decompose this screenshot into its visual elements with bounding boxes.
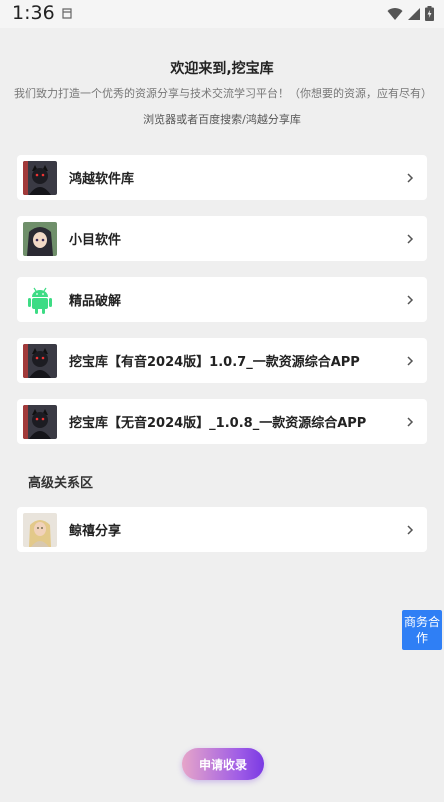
- status-icons: [387, 6, 434, 21]
- anime-girl-avatar: [23, 221, 57, 256]
- battery-icon: [425, 6, 434, 21]
- status-time: 1:36: [12, 2, 55, 24]
- page-description: 我们致力打造一个优秀的资源分享与技术交流学习平台！（你想要的资源，应有尽有）: [14, 87, 432, 100]
- status-bar: 1:36: [0, 0, 444, 28]
- list-item-label: 鸿越软件库: [69, 172, 135, 187]
- chevron-right-icon: [407, 416, 414, 427]
- list-item[interactable]: 挖宝库【无音2024版】_1.0.8_一款资源综合APP: [17, 399, 427, 444]
- blonde-woman-avatar: [23, 512, 57, 547]
- resource-list: 鸿越软件库 小目软件 精品破解 挖宝库【有音2024版】1.0.7_一款资源综合…: [0, 155, 444, 444]
- welcome-header: 欢迎来到,挖宝库 我们致力打造一个优秀的资源分享与技术交流学习平台！（你想要的资…: [0, 28, 444, 127]
- page-title: 欢迎来到,挖宝库: [170, 61, 274, 77]
- list-item-label: 小目软件: [69, 233, 122, 248]
- chevron-right-icon: [407, 294, 414, 305]
- list-item[interactable]: 精品破解: [17, 277, 427, 322]
- list-item-label: 精品破解: [69, 294, 122, 309]
- section-title: 高级关系区: [28, 476, 94, 491]
- list-item-label: 挖宝库【无音2024版】_1.0.8_一款资源综合APP: [69, 416, 367, 431]
- android-icon: [23, 282, 57, 317]
- wifi-icon: [387, 7, 403, 20]
- apply-inclusion-button[interactable]: 申请收录: [182, 748, 264, 780]
- chevron-right-icon: [407, 172, 414, 183]
- list-item[interactable]: 小目软件: [17, 216, 427, 261]
- dark-character-avatar: [23, 160, 57, 195]
- advanced-list: 鲸禧分享: [0, 507, 444, 552]
- dark-character-avatar: [23, 343, 57, 378]
- chevron-right-icon: [407, 524, 414, 535]
- signal-icon: [408, 7, 420, 20]
- dark-character-avatar: [23, 404, 57, 439]
- notification-icon: [62, 8, 72, 19]
- list-item-label: 鲸禧分享: [69, 524, 122, 539]
- list-item[interactable]: 鲸禧分享: [17, 507, 427, 552]
- chevron-right-icon: [407, 355, 414, 366]
- list-item-label: 挖宝库【有音2024版】1.0.7_一款资源综合APP: [69, 355, 360, 370]
- chevron-right-icon: [407, 233, 414, 244]
- list-item[interactable]: 鸿越软件库: [17, 155, 427, 200]
- page-subtitle: 浏览器或者百度搜索/鸿越分享库: [143, 113, 301, 126]
- list-item[interactable]: 挖宝库【有音2024版】1.0.7_一款资源综合APP: [17, 338, 427, 383]
- business-cooperation-button[interactable]: 商务合作: [402, 610, 442, 650]
